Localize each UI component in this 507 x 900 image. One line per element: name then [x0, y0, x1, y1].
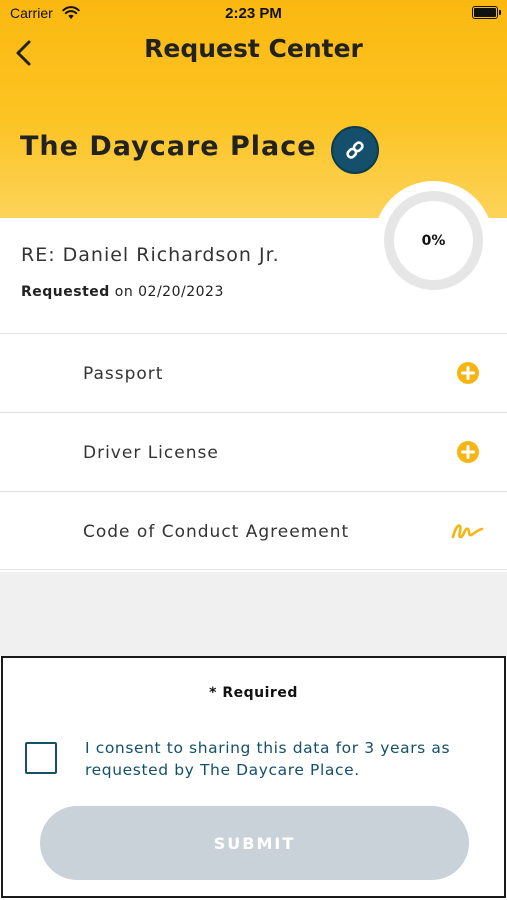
add-circle-icon[interactable] [456, 361, 480, 385]
progress-percent: 0% [421, 233, 446, 249]
required-label: * Required [209, 685, 298, 701]
list-item-passport[interactable]: Passport [0, 333, 507, 412]
requested-date-line: Requested on 02/20/2023 [21, 284, 224, 300]
status-bar: Carrier 2:23 PM [0, 0, 507, 28]
list-item-code-of-conduct[interactable]: Code of Conduct Agreement [0, 491, 507, 570]
signature-icon[interactable] [451, 519, 485, 543]
requested-items-list: Passport Driver License Code of Conduct … [0, 333, 507, 570]
item-label: Passport [83, 364, 164, 384]
list-item-driver-license[interactable]: Driver License [0, 412, 507, 491]
consent-checkbox[interactable] [25, 742, 57, 774]
page-title: Request Center [144, 34, 363, 63]
item-label: Driver License [83, 443, 219, 463]
consent-text: I consent to sharing this data for 3 yea… [85, 739, 451, 779]
link-icon [346, 141, 364, 159]
item-label: Code of Conduct Agreement [83, 522, 350, 542]
requested-date: on 02/20/2023 [114, 284, 224, 300]
link-button[interactable] [331, 126, 379, 174]
recipient-line: RE: Daniel Richardson Jr. [21, 244, 280, 266]
requested-label: Requested [21, 284, 110, 300]
consent-panel: * Required I consent to sharing this dat… [1, 656, 506, 898]
empty-background [0, 572, 507, 656]
battery-icon [472, 6, 501, 19]
organization-name: The Daycare Place [20, 131, 317, 162]
status-time: 2:23 PM [225, 5, 282, 22]
submit-button[interactable]: SUBMIT [40, 806, 469, 880]
add-circle-icon[interactable] [456, 440, 480, 464]
